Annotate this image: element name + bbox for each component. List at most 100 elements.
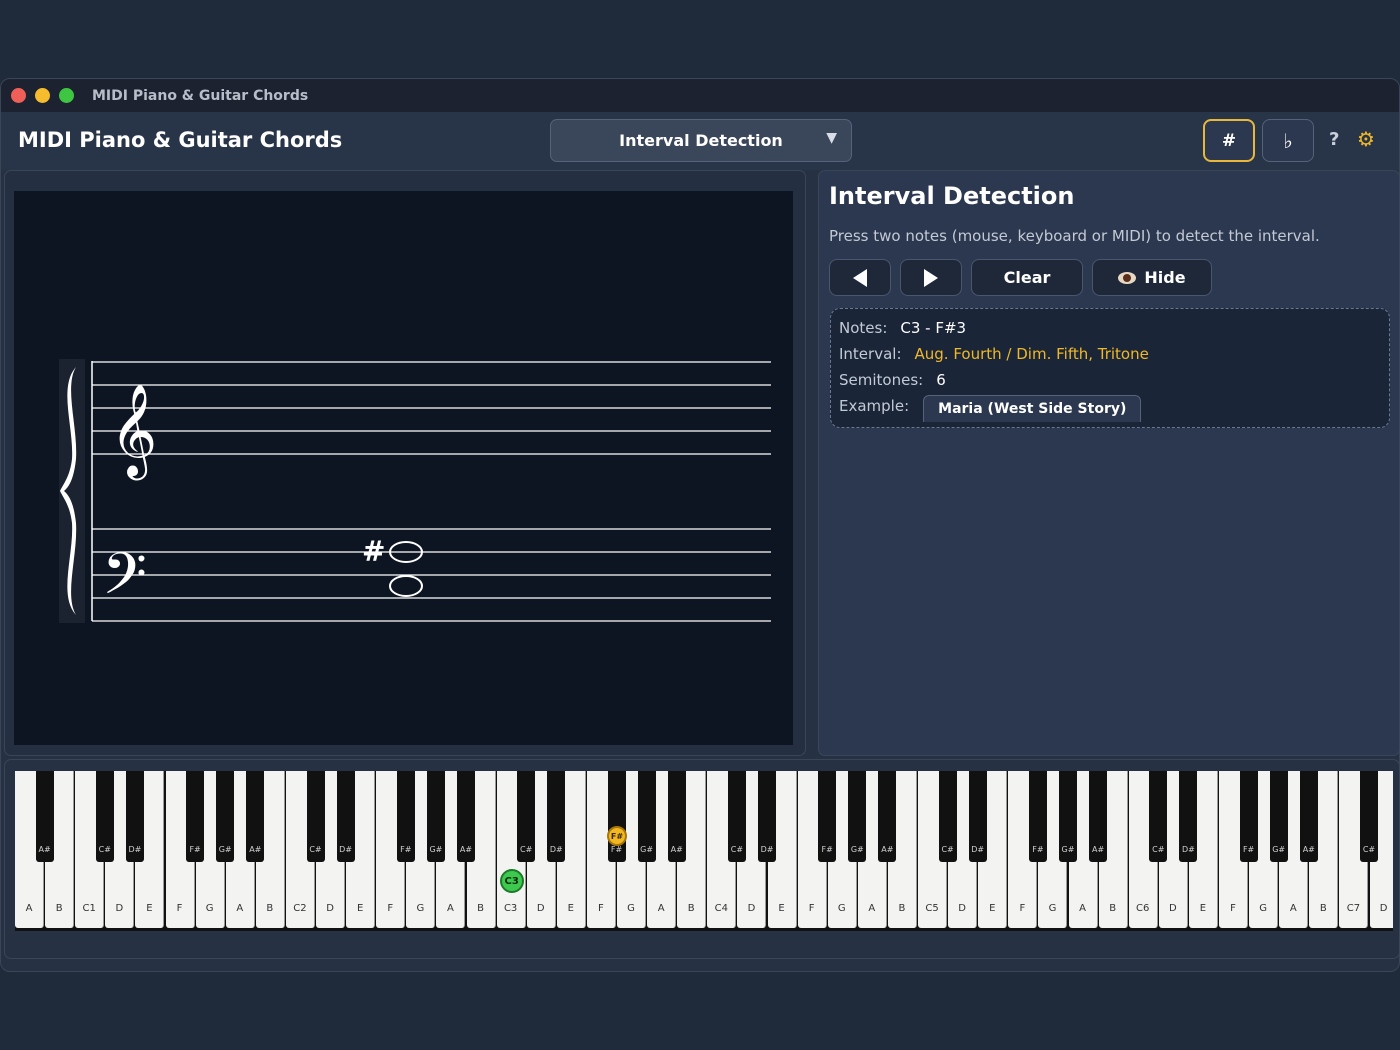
sharp-toggle-button[interactable]: # [1203, 119, 1255, 162]
key-label: D# [760, 845, 774, 854]
black-key[interactable]: F# [396, 771, 415, 862]
title-bar: MIDI Piano & Guitar Chords [1, 79, 1399, 112]
help-icon[interactable]: ? [1329, 129, 1339, 150]
key-label: D [115, 903, 124, 914]
gear-icon[interactable]: ⚙ [1357, 127, 1375, 151]
semitones-row: Semitones: 6 [839, 371, 946, 389]
key-label: G# [1061, 845, 1075, 854]
panel-title: Interval Detection [829, 182, 1075, 210]
key-label: E [989, 903, 996, 914]
black-key[interactable]: D# [968, 771, 987, 862]
key-label: F [176, 903, 183, 914]
key-label: B [1109, 903, 1117, 914]
active-note-marker-fsharp3: F# [607, 826, 627, 846]
key-label: D# [1181, 845, 1195, 854]
mode-select-value: Interval Detection [619, 131, 783, 150]
key-label: A# [38, 845, 51, 854]
black-key[interactable]: F# [1239, 771, 1258, 862]
grand-staff: 𝄞 𝄢 # [59, 359, 771, 623]
key-label: A# [881, 845, 894, 854]
hide-button-label: Hide [1144, 268, 1186, 287]
key-label: D# [339, 845, 353, 854]
key-label: D [536, 903, 545, 914]
key-label: D# [128, 845, 142, 854]
black-key[interactable]: F# [1028, 771, 1047, 862]
black-key[interactable]: C# [306, 771, 325, 862]
zoom-window-button[interactable] [59, 88, 74, 103]
black-key[interactable]: G# [1269, 771, 1288, 862]
key-label: D# [971, 845, 985, 854]
next-button[interactable] [900, 259, 962, 296]
key-label: C2 [293, 903, 307, 914]
black-key[interactable]: D# [1179, 771, 1198, 862]
hide-button[interactable]: Hide [1092, 259, 1212, 296]
notes-value: C3 - F#3 [900, 319, 967, 337]
key-label: E [146, 903, 153, 914]
key-label: C# [98, 845, 111, 854]
key-label: F [598, 903, 604, 914]
key-label: F# [400, 845, 412, 854]
key-label: A [657, 903, 665, 914]
key-label: G [416, 903, 425, 914]
black-key[interactable]: A# [457, 771, 475, 862]
clear-button[interactable]: Clear [971, 259, 1083, 296]
black-key[interactable]: D# [125, 771, 144, 862]
black-key[interactable]: A# [1089, 771, 1108, 862]
black-key[interactable]: F# [607, 771, 626, 862]
notes-row: Notes: C3 - F#3 [839, 319, 966, 337]
treble-clef-icon: 𝄞 [110, 383, 157, 480]
black-key[interactable]: G# [848, 771, 867, 862]
previous-button[interactable] [829, 259, 891, 296]
play-back-icon [853, 268, 867, 287]
window-controls [11, 88, 74, 103]
key-label: B [898, 903, 906, 914]
black-key[interactable]: C# [1149, 771, 1168, 862]
key-label: G [205, 903, 214, 914]
black-key[interactable]: F# [186, 771, 205, 862]
black-key[interactable]: C# [1360, 771, 1378, 862]
key-label: A [1289, 903, 1297, 914]
mode-select[interactable]: Interval Detection ▼ [550, 119, 852, 162]
key-label: F [808, 903, 815, 914]
black-key[interactable]: D# [758, 771, 776, 862]
key-label: C4 [714, 903, 729, 914]
black-key[interactable]: D# [547, 771, 566, 862]
black-key[interactable]: C# [95, 771, 114, 862]
black-key[interactable]: C# [727, 771, 746, 862]
flat-toggle-button[interactable]: ♭ [1262, 119, 1314, 162]
key-label: A [1079, 903, 1086, 914]
key-label: E [1199, 903, 1207, 914]
bass-clef-icon: 𝄢 [102, 540, 147, 622]
key-label: C# [520, 845, 533, 854]
key-label: B [266, 903, 274, 914]
key-label: F [1019, 903, 1026, 914]
black-key[interactable]: C# [938, 771, 957, 862]
black-key[interactable]: A# [667, 771, 686, 862]
black-key[interactable]: A# [246, 771, 265, 862]
key-label: A# [249, 845, 262, 854]
window-title: MIDI Piano & Guitar Chords [92, 87, 309, 104]
key-label: G# [218, 845, 232, 854]
black-key[interactable]: C# [517, 771, 536, 862]
black-key[interactable]: A# [878, 771, 897, 862]
black-key[interactable]: D# [336, 771, 355, 862]
key-label: B [687, 903, 695, 914]
key-label: C# [941, 845, 954, 854]
key-label: A [447, 903, 454, 914]
minimize-window-button[interactable] [35, 88, 50, 103]
black-key[interactable]: A# [35, 771, 54, 862]
key-label: F# [821, 845, 833, 854]
black-key[interactable]: F# [818, 771, 837, 862]
interval-result-box: Notes: C3 - F#3 Interval: Aug. Fourth / … [830, 308, 1390, 428]
key-label: B [1319, 903, 1327, 914]
black-key[interactable]: G# [216, 771, 235, 862]
black-key[interactable]: G# [1059, 771, 1077, 862]
semitones-value: 6 [936, 371, 946, 389]
piano-panel: A B C1 D E F G A B C2 D E F G A B C3 D E F G A B C4 D E F G A B C5 D E F G… [4, 759, 1399, 959]
black-key[interactable]: G# [637, 771, 656, 862]
black-key[interactable]: A# [1299, 771, 1318, 862]
example-song-button[interactable]: Maria (West Side Story) [923, 395, 1142, 422]
close-window-button[interactable] [11, 88, 26, 103]
key-label: C# [730, 845, 744, 854]
black-key[interactable]: G# [426, 771, 445, 862]
